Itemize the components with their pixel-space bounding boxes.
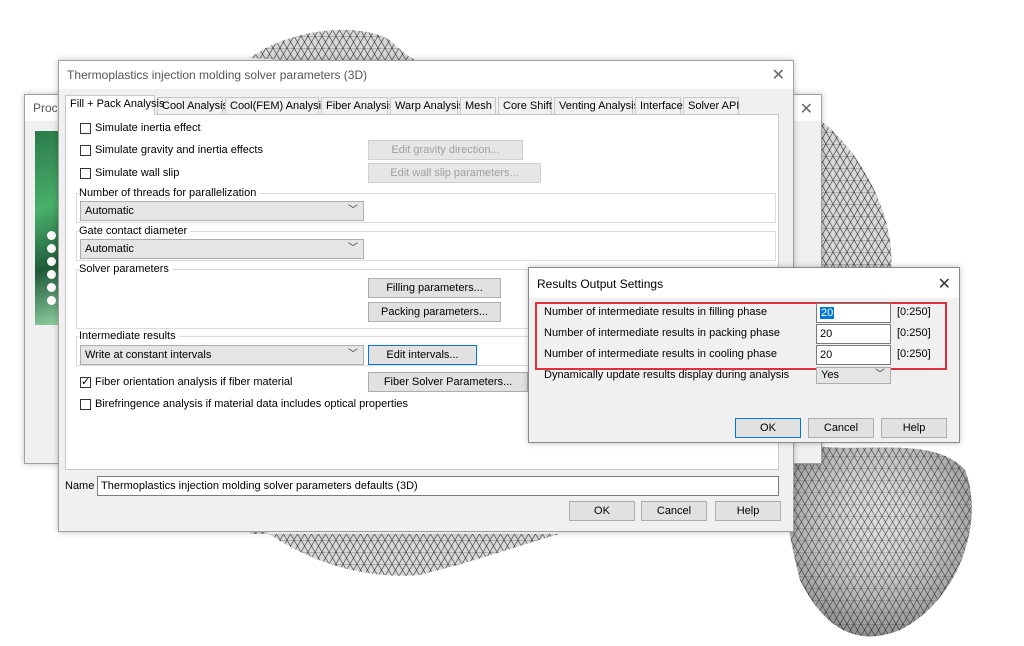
filling-phase-label: Number of intermediate results in fillin… <box>544 306 768 318</box>
filling-phase-range: [0:250] <box>897 306 931 318</box>
tab-bar: Fill + Pack Analysis Cool Analysis Cool(… <box>65 95 787 115</box>
checkbox-box <box>80 375 91 388</box>
dialog-title: Thermoplastics injection molding solver … <box>67 68 368 82</box>
chevron-down-icon: ﹀ <box>348 349 358 360</box>
ok-button[interactable]: OK <box>569 501 635 521</box>
tab-fill-pack[interactable]: Fill + Pack Analysis <box>65 95 164 115</box>
checkbox-box <box>80 398 91 410</box>
cancel-button[interactable]: Cancel <box>641 501 707 521</box>
tab-cool[interactable]: Cool Analysis <box>157 97 228 114</box>
fiber-orientation-label: Fiber orientation analysis if fiber mate… <box>95 376 293 388</box>
results-help-button[interactable]: Help <box>881 418 947 438</box>
name-label: Name <box>65 480 95 492</box>
simulate-inertia-label: Simulate inertia effect <box>95 122 201 134</box>
birefringence-checkbox[interactable]: Birefringence analysis if material data … <box>80 398 408 410</box>
tab-core-shift[interactable]: Core Shift <box>498 97 552 114</box>
filling-phase-value: 20 <box>820 307 835 319</box>
intermediate-value: Write at constant intervals <box>85 349 212 361</box>
dynamic-update-value: Yes <box>821 369 839 381</box>
checkbox-box <box>80 144 91 156</box>
fiber-orientation-checkbox[interactable]: Fiber orientation analysis if fiber mate… <box>80 375 293 388</box>
intermediate-dropdown[interactable]: Write at constant intervals ﹀ <box>80 345 364 365</box>
chevron-down-icon: ﹀ <box>875 369 885 380</box>
simulate-gravity-label: Simulate gravity and inertia effects <box>95 144 263 156</box>
results-ok-button[interactable]: OK <box>735 418 801 438</box>
cooling-phase-range: [0:250] <box>897 348 931 360</box>
close-icon[interactable]: ✕ <box>772 65 785 85</box>
cooling-phase-input[interactable]: 20 <box>816 345 891 365</box>
tab-mesh[interactable]: Mesh <box>460 97 496 114</box>
packing-phase-input[interactable]: 20 <box>816 324 891 344</box>
solver-params-label: Solver parameters <box>79 263 172 275</box>
dynamic-update-dropdown[interactable]: Yes ﹀ <box>816 367 891 384</box>
dynamic-update-label: Dynamically update results display durin… <box>544 369 790 381</box>
packing-parameters-button[interactable]: Packing parameters... <box>368 302 501 322</box>
help-button[interactable]: Help <box>715 501 781 521</box>
cooling-phase-label: Number of intermediate results in coolin… <box>544 348 777 360</box>
results-cancel-button[interactable]: Cancel <box>808 418 874 438</box>
results-close-icon[interactable]: ✕ <box>938 274 951 294</box>
tab-interface[interactable]: Interface <box>635 97 683 114</box>
fiber-solver-button[interactable]: Fiber Solver Parameters... <box>368 372 528 392</box>
birefringence-label: Birefringence analysis if material data … <box>95 398 409 410</box>
name-input[interactable]: Thermoplastics injection molding solver … <box>97 476 779 496</box>
edit-intervals-button[interactable]: Edit intervals... <box>368 345 477 365</box>
results-dialog-title: Results Output Settings <box>537 277 664 291</box>
process-dots <box>47 231 57 309</box>
tab-fiber[interactable]: Fiber Analysis <box>321 97 394 114</box>
chevron-down-icon: ﹀ <box>348 205 358 216</box>
gate-value: Automatic <box>85 243 134 255</box>
edit-wall-slip-button[interactable]: Edit wall slip parameters... <box>368 163 541 183</box>
gate-label: Gate contact diameter <box>79 225 191 237</box>
results-output-dialog: Results Output Settings ✕ Number of inte… <box>528 267 960 443</box>
tab-cool-fem[interactable]: Cool(FEM) Analysis <box>225 97 327 114</box>
edit-gravity-button[interactable]: Edit gravity direction... <box>368 140 523 160</box>
threads-value: Automatic <box>85 205 134 217</box>
tab-warp[interactable]: Warp Analysis <box>390 97 464 114</box>
checkbox-box <box>80 122 91 134</box>
packing-phase-label: Number of intermediate results in packin… <box>544 327 781 339</box>
intermediate-label: Intermediate results <box>79 330 179 342</box>
simulate-gravity-checkbox[interactable]: Simulate gravity and inertia effects <box>80 144 263 156</box>
process-close-icon[interactable]: ✕ <box>800 99 813 119</box>
simulate-wall-slip-label: Simulate wall slip <box>95 167 180 179</box>
tab-solver-api[interactable]: Solver API <box>683 97 739 114</box>
filling-parameters-button[interactable]: Filling parameters... <box>368 278 501 298</box>
chevron-down-icon: ﹀ <box>348 243 358 254</box>
gate-dropdown[interactable]: Automatic ﹀ <box>80 239 364 259</box>
tab-venting[interactable]: Venting Analysis <box>554 97 639 114</box>
checkbox-box <box>80 167 91 179</box>
packing-phase-range: [0:250] <box>897 327 931 339</box>
simulate-inertia-checkbox[interactable]: Simulate inertia effect <box>80 122 201 134</box>
simulate-wall-slip-checkbox[interactable]: Simulate wall slip <box>80 167 179 179</box>
filling-phase-input[interactable]: 20 <box>816 303 891 323</box>
threads-dropdown[interactable]: Automatic ﹀ <box>80 201 364 221</box>
threads-label: Number of threads for parallelization <box>79 187 260 199</box>
